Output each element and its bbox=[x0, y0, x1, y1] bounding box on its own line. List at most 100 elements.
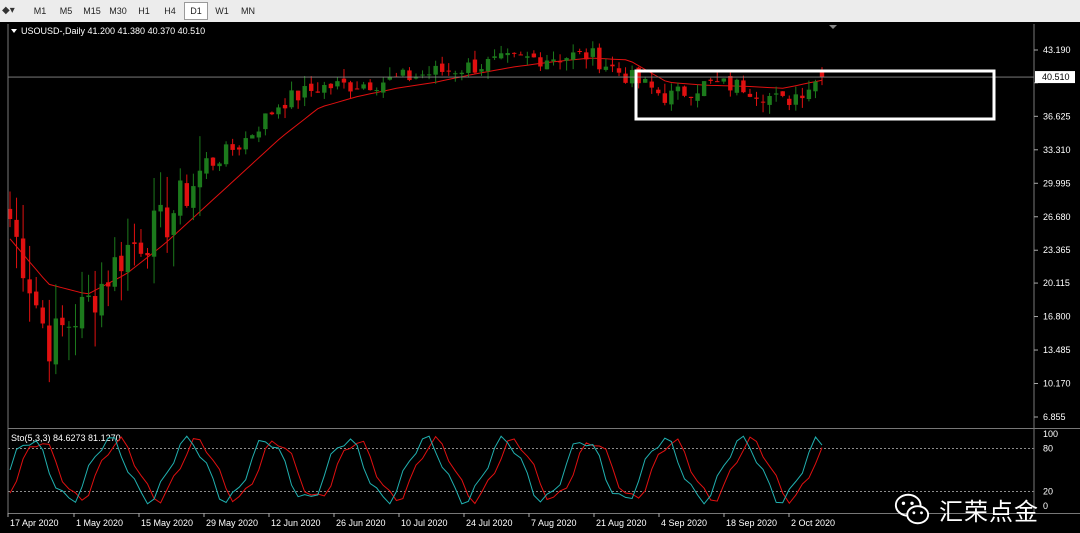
candle-body bbox=[243, 138, 248, 150]
chevron-down-icon[interactable]: ◆▾ bbox=[2, 5, 15, 16]
candle-body bbox=[695, 93, 700, 101]
time-tick-label: 1 May 2020 bbox=[76, 518, 123, 528]
time-tick-label: 2 Oct 2020 bbox=[791, 518, 835, 528]
candle-body bbox=[439, 63, 445, 72]
timeframe-toolbar: ◆▾ M1 M5 M15 M30 H1 H4 D1 W1 MN bbox=[0, 0, 1080, 23]
candle-body bbox=[616, 68, 622, 73]
stochastic-header: Sto(5,3,3) 84.6273 81.1270 bbox=[11, 433, 121, 443]
candle-body bbox=[60, 317, 65, 326]
timeframe-button-m30[interactable]: M30 bbox=[106, 2, 130, 20]
candle-body bbox=[33, 291, 39, 306]
candle-body bbox=[603, 66, 609, 70]
candle-body bbox=[20, 238, 26, 279]
price-tick-label: 33.310 bbox=[1043, 145, 1071, 155]
candle-body bbox=[420, 74, 425, 76]
candle-body bbox=[361, 84, 366, 89]
candle-body bbox=[512, 52, 517, 54]
stochastic-level-label: 0 bbox=[1043, 501, 1048, 511]
candle-body bbox=[27, 279, 32, 294]
price-tick-label: 10.170 bbox=[1043, 379, 1071, 389]
candle-body bbox=[256, 131, 262, 138]
candle-body bbox=[682, 86, 687, 96]
candle-body bbox=[263, 113, 268, 130]
watermark: 汇荣点金 bbox=[893, 490, 1039, 528]
candle-body bbox=[184, 183, 190, 206]
candle-body bbox=[800, 95, 805, 99]
candle-body bbox=[642, 79, 648, 83]
time-tick-label: 18 Sep 2020 bbox=[726, 518, 777, 528]
price-tick-label: 23.365 bbox=[1043, 245, 1071, 255]
candle-body bbox=[53, 318, 59, 365]
candle-body bbox=[544, 60, 550, 70]
candle-body bbox=[92, 295, 98, 313]
chart-shift-marker[interactable] bbox=[829, 25, 837, 29]
candle-body bbox=[374, 90, 379, 92]
candle-body bbox=[204, 158, 209, 174]
candle-body bbox=[787, 98, 792, 105]
candle-body bbox=[577, 50, 582, 52]
timeframe-button-mn[interactable]: MN bbox=[236, 2, 260, 20]
candle-body bbox=[230, 144, 235, 150]
time-tick-label: 21 Aug 2020 bbox=[596, 518, 647, 528]
candle-body bbox=[701, 81, 707, 97]
candle-body bbox=[741, 80, 746, 93]
candle-body bbox=[14, 219, 19, 237]
candle-body bbox=[282, 104, 288, 109]
time-tick-label: 26 Jun 2020 bbox=[336, 518, 386, 528]
time-tick-label: 10 Jul 2020 bbox=[401, 518, 448, 528]
candle-body bbox=[557, 61, 563, 63]
timeframe-button-d1[interactable]: D1 bbox=[184, 2, 208, 20]
candle-body bbox=[564, 58, 569, 61]
candle-body bbox=[73, 325, 78, 328]
candle-body bbox=[466, 62, 471, 73]
candle-body bbox=[728, 76, 733, 91]
timeframe-buttons: M1 M5 M15 M30 H1 H4 D1 W1 MN bbox=[28, 2, 262, 20]
price-tick-label: 43.190 bbox=[1043, 45, 1071, 55]
stochastic-main-line bbox=[9, 435, 823, 505]
candle-body bbox=[47, 325, 52, 362]
timeframe-button-w1[interactable]: W1 bbox=[210, 2, 234, 20]
candle-body bbox=[747, 93, 753, 97]
candle-body bbox=[433, 65, 438, 75]
stochastic-signal-line bbox=[9, 435, 823, 505]
candle-body bbox=[269, 112, 275, 115]
watermark-text: 汇荣点金 bbox=[939, 498, 1039, 526]
candle-body bbox=[760, 101, 766, 103]
candle-body bbox=[178, 180, 183, 216]
candle-body bbox=[597, 47, 602, 70]
candle-body bbox=[649, 81, 654, 88]
time-tick-label: 12 Jun 2020 bbox=[271, 518, 321, 528]
timeframe-button-h1[interactable]: H1 bbox=[132, 2, 156, 20]
chart-window[interactable]: USOUSD-,Daily 41.200 41.380 40.370 40.51… bbox=[0, 22, 1080, 533]
candle-body bbox=[793, 94, 799, 105]
candle-body bbox=[662, 93, 668, 103]
candle-body bbox=[584, 52, 589, 60]
candle-body bbox=[531, 53, 537, 58]
timeframe-button-m1[interactable]: M1 bbox=[28, 2, 52, 20]
candle-body bbox=[79, 296, 85, 329]
stochastic-level-label: 80 bbox=[1043, 443, 1053, 453]
candle-body bbox=[315, 91, 320, 93]
timeframe-button-h4[interactable]: H4 bbox=[158, 2, 182, 20]
time-tick-label: 17 Apr 2020 bbox=[10, 518, 59, 528]
candle-body bbox=[590, 48, 596, 57]
candle-body bbox=[518, 54, 523, 56]
candle-body bbox=[145, 252, 150, 256]
candle-body bbox=[302, 86, 307, 98]
candle-body bbox=[40, 307, 45, 324]
candle-body bbox=[276, 107, 281, 115]
chart-menu-triangle[interactable] bbox=[11, 29, 17, 33]
stochastic-level-label: 20 bbox=[1043, 487, 1053, 497]
wechat-icon bbox=[894, 493, 930, 525]
candle-body bbox=[538, 57, 543, 67]
candle-body bbox=[171, 213, 176, 235]
candle-body bbox=[426, 74, 432, 76]
candle-body bbox=[223, 144, 229, 165]
timeframe-button-m15[interactable]: M15 bbox=[80, 2, 104, 20]
time-tick-label: 29 May 2020 bbox=[206, 518, 258, 528]
candle-body bbox=[479, 69, 484, 72]
candle-body bbox=[407, 70, 412, 81]
price-chart-svg: USOUSD-,Daily 41.200 41.380 40.370 40.51… bbox=[7, 24, 1080, 528]
timeframe-button-m5[interactable]: M5 bbox=[54, 2, 78, 20]
candle-body bbox=[498, 53, 504, 59]
